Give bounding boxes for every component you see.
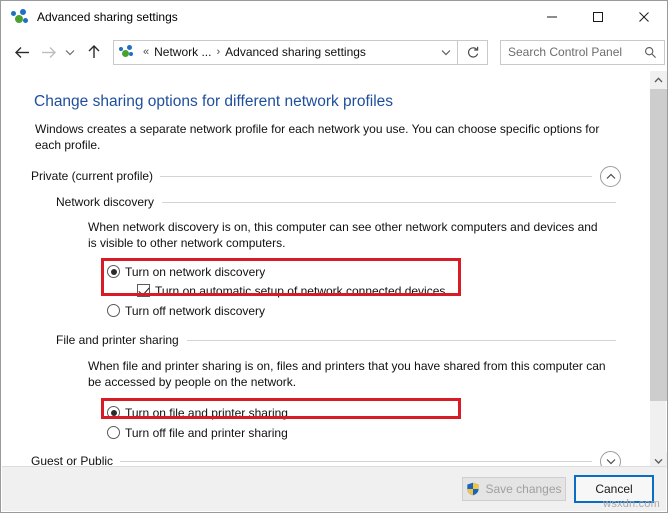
vertical-scrollbar[interactable] (649, 71, 666, 469)
profile-header-private[interactable]: Private (current profile) (31, 167, 621, 185)
chevron-down-icon[interactable] (435, 41, 457, 64)
title-bar: Advanced sharing settings (1, 1, 667, 33)
forward-arrow-icon (35, 39, 61, 65)
minimize-button[interactable] (529, 1, 575, 33)
radio-turn-off-file-printer-sharing[interactable]: Turn off file and printer sharing (107, 424, 288, 441)
radio-turn-on-file-printer-sharing[interactable]: Turn on file and printer sharing (107, 404, 288, 421)
window-controls (529, 1, 667, 33)
radio-indicator[interactable] (107, 406, 120, 419)
breadcrumb-item-current[interactable]: Advanced sharing settings (224, 45, 367, 59)
search-icon[interactable] (644, 46, 657, 59)
window-title: Advanced sharing settings (37, 10, 178, 24)
section-header-file-printer-sharing: File and printer sharing (56, 332, 616, 348)
checkbox-automatic-setup[interactable]: Turn on automatic setup of network conne… (137, 282, 449, 299)
address-network-icon (119, 44, 135, 60)
content-area: Change sharing options for different net… (2, 71, 647, 469)
breadcrumb-overflow[interactable]: « (139, 46, 153, 58)
advanced-sharing-settings-window: Advanced sharing settings (0, 0, 668, 513)
checkbox-indicator[interactable] (137, 284, 150, 297)
scrollbar-thumb[interactable] (650, 89, 667, 401)
profile-rule (120, 461, 592, 462)
chevron-up-icon[interactable] (600, 166, 621, 187)
close-button[interactable] (621, 1, 667, 33)
search-placeholder: Search Control Panel (501, 45, 622, 59)
refresh-button[interactable] (458, 40, 488, 65)
radio-turn-off-network-discovery[interactable]: Turn off network discovery (107, 302, 265, 319)
section-title-file-printer-sharing: File and printer sharing (56, 333, 179, 347)
radio-turn-on-network-discovery[interactable]: Turn on network discovery (107, 263, 265, 280)
cancel-label: Cancel (595, 482, 632, 496)
scroll-up-icon[interactable] (650, 71, 667, 88)
address-bar[interactable]: « Network ... › Advanced sharing setting… (113, 40, 458, 65)
page-description: Windows creates a separate network profi… (35, 121, 603, 153)
section-description-network-discovery: When network discovery is on, this compu… (88, 219, 608, 251)
search-input[interactable]: Search Control Panel (500, 40, 665, 65)
option-label: Turn off network discovery (125, 304, 265, 318)
footer-bar: Save changes Cancel wsxdn.com (2, 466, 666, 511)
maximize-button[interactable] (575, 1, 621, 33)
uac-shield-icon (466, 482, 480, 496)
option-label: Turn on file and printer sharing (125, 406, 288, 420)
section-rule (162, 202, 616, 203)
profile-label-private: Private (current profile) (31, 169, 153, 183)
back-arrow-icon[interactable] (9, 39, 35, 65)
page-title: Change sharing options for different net… (34, 93, 393, 111)
section-rule (187, 340, 616, 341)
section-header-network-discovery: Network discovery (56, 194, 616, 210)
save-changes-label: Save changes (485, 482, 561, 496)
breadcrumb-separator: › (212, 46, 224, 58)
option-label: Turn on automatic setup of network conne… (155, 284, 449, 298)
section-description-file-printer-sharing: When file and printer sharing is on, fil… (88, 358, 608, 390)
save-changes-button[interactable]: Save changes (462, 477, 566, 501)
option-label: Turn on network discovery (125, 265, 265, 279)
section-title-network-discovery: Network discovery (56, 195, 154, 209)
watermark: wsxdn.com (603, 498, 660, 510)
network-sharing-icon (11, 8, 29, 26)
up-arrow-icon[interactable] (81, 39, 107, 65)
breadcrumb-item-network[interactable]: Network ... (153, 45, 212, 59)
option-label: Turn off file and printer sharing (125, 426, 288, 440)
recent-locations-icon[interactable] (61, 39, 79, 65)
radio-indicator[interactable] (107, 304, 120, 317)
profile-rule (160, 176, 592, 177)
radio-indicator[interactable] (107, 426, 120, 439)
navigation-bar: « Network ... › Advanced sharing setting… (1, 33, 667, 71)
radio-indicator[interactable] (107, 265, 120, 278)
